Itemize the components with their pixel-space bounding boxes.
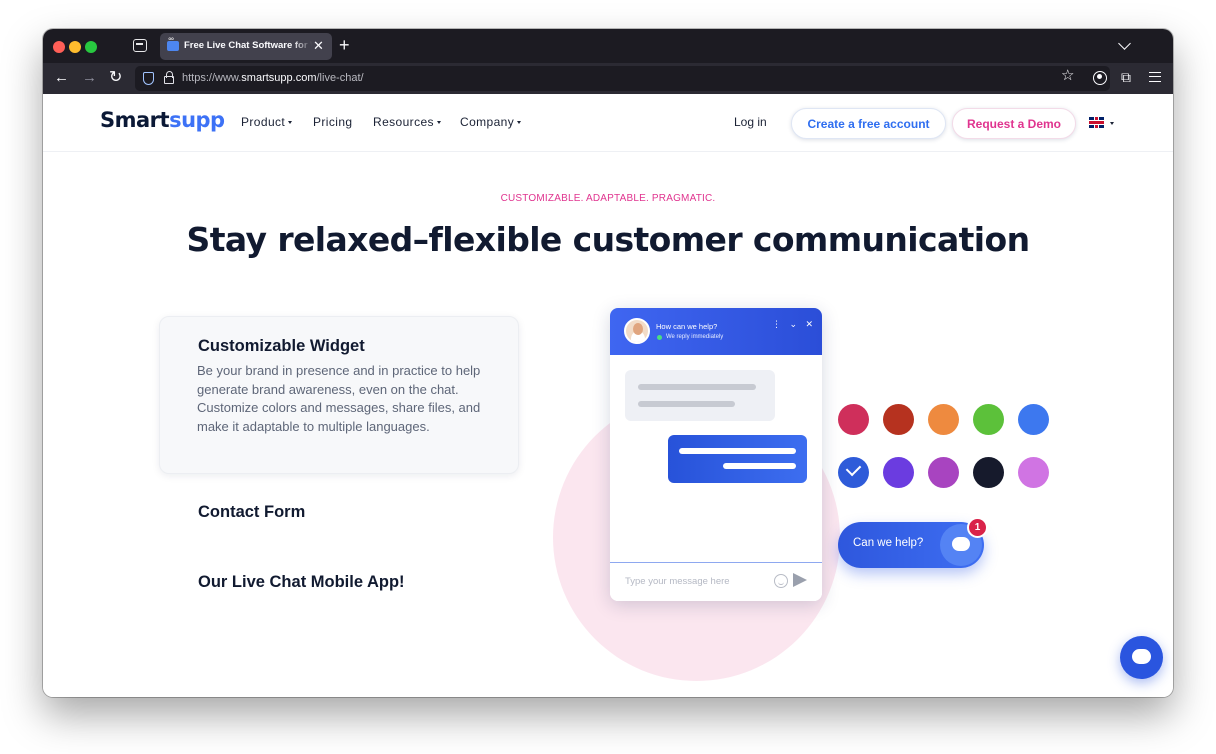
- navigation-toolbar: ← → ↻ https://www.smartsupp.com/live-cha…: [43, 63, 1173, 94]
- outgoing-message-bubble: [668, 435, 807, 483]
- nav-company-label: Company: [460, 115, 515, 129]
- notification-badge: 1: [967, 517, 988, 538]
- nav-product[interactable]: Product: [241, 115, 293, 129]
- nav-resources-label: Resources: [373, 115, 434, 129]
- color-swatch: [973, 457, 1004, 488]
- emoji-icon: [774, 574, 788, 588]
- active-tab[interactable]: Free Live Chat Software for Website ✕: [160, 33, 332, 60]
- feature-title-contact-form[interactable]: Contact Form: [198, 503, 305, 522]
- caret-down-icon: [288, 121, 293, 125]
- color-swatch: [1018, 404, 1049, 435]
- smartsupp-favicon-icon: [167, 36, 179, 51]
- tab-title: Free Live Chat Software for Website: [184, 40, 312, 51]
- extensions-icon[interactable]: ⧉: [1121, 69, 1131, 86]
- reload-icon[interactable]: ↻: [109, 68, 122, 88]
- web-page: Smartsupp Product Pricing Resources Comp…: [43, 94, 1173, 697]
- checkmark-icon: [845, 460, 862, 477]
- tab-overview-icon[interactable]: [133, 39, 147, 52]
- hamburger-menu-icon[interactable]: [1149, 72, 1161, 82]
- logo-part-supp: supp: [169, 108, 225, 132]
- forward-arrow-icon[interactable]: →: [82, 68, 97, 88]
- section-headline: Stay relaxed–flexible customer communica…: [186, 220, 1031, 259]
- url-path: /live-chat/: [316, 72, 364, 84]
- color-swatch: [838, 457, 869, 488]
- agent-avatar: [624, 318, 650, 344]
- back-arrow-icon[interactable]: ←: [54, 68, 69, 88]
- chat-header-title: How can we help?: [656, 322, 718, 331]
- site-header: Smartsupp Product Pricing Resources Comp…: [43, 94, 1173, 152]
- color-swatch: [928, 457, 959, 488]
- color-swatch: [1018, 457, 1049, 488]
- url-prefix: https://www.: [182, 72, 242, 84]
- can-we-help-label: Can we help?: [853, 537, 924, 549]
- smartsupp-logo[interactable]: Smartsupp: [100, 108, 225, 132]
- caret-down-icon[interactable]: [1110, 122, 1114, 125]
- close-tab-icon[interactable]: ✕: [313, 38, 324, 54]
- feature-title-mobile-app[interactable]: Our Live Chat Mobile App!: [198, 573, 405, 592]
- browser-window: Free Live Chat Software for Website ✕ + …: [43, 29, 1173, 697]
- send-icon: [793, 573, 807, 587]
- color-swatch: [883, 404, 914, 435]
- uk-flag-icon[interactable]: [1089, 117, 1104, 128]
- chat-input-placeholder: Type your message here: [625, 576, 730, 587]
- chat-header-controls: ⋮ ⌄ ✕: [772, 319, 817, 329]
- maximize-window-button[interactable]: [85, 41, 97, 53]
- nav-resources[interactable]: Resources: [373, 115, 441, 129]
- chat-widget-preview: How can we help? We reply immediately ⋮ …: [610, 308, 822, 601]
- bookmark-star-icon[interactable]: ☆: [1061, 66, 1074, 84]
- url-text[interactable]: https://www.smartsupp.com/live-chat/: [182, 72, 364, 84]
- nav-pricing[interactable]: Pricing: [313, 115, 352, 129]
- incoming-message-bubble: [625, 370, 775, 421]
- nav-company[interactable]: Company: [460, 115, 522, 129]
- chat-header: How can we help? We reply immediately ⋮ …: [610, 308, 822, 355]
- color-swatch: [883, 457, 914, 488]
- nav-product-label: Product: [241, 115, 286, 129]
- online-status-dot: [657, 335, 662, 340]
- chat-input-bar: Type your message here: [610, 562, 822, 601]
- tab-bar: Free Live Chat Software for Website ✕ +: [43, 29, 1173, 63]
- live-chat-launcher[interactable]: [1120, 636, 1163, 679]
- feature-description-widget: Be your brand in presence and in practic…: [197, 363, 481, 434]
- color-swatch: [973, 404, 1004, 435]
- create-account-button[interactable]: Create a free account: [791, 108, 946, 139]
- caret-down-icon: [517, 121, 522, 125]
- color-swatch: [928, 404, 959, 435]
- chevron-down-icon[interactable]: [1118, 37, 1131, 50]
- account-icon[interactable]: [1093, 71, 1107, 85]
- lock-icon[interactable]: [164, 71, 174, 84]
- color-swatch: [838, 404, 869, 435]
- login-link[interactable]: Log in: [734, 115, 767, 129]
- chat-header-status: We reply immediately: [666, 334, 724, 340]
- close-window-button[interactable]: [53, 41, 65, 53]
- shield-icon[interactable]: [143, 72, 154, 85]
- minimize-window-button[interactable]: [69, 41, 81, 53]
- request-demo-button[interactable]: Request a Demo: [952, 108, 1076, 139]
- logo-part-smart: Smart: [100, 108, 170, 132]
- can-we-help-button: Can we help?: [838, 522, 984, 568]
- feature-title-widget[interactable]: Customizable Widget: [198, 337, 365, 356]
- address-bar[interactable]: https://www.smartsupp.com/live-chat/: [135, 66, 1110, 91]
- url-host: smartsupp.com: [241, 72, 317, 84]
- new-tab-icon[interactable]: +: [339, 35, 350, 55]
- section-eyebrow: CUSTOMIZABLE. ADAPTABLE. PRAGMATIC.: [500, 193, 716, 204]
- caret-down-icon: [436, 121, 441, 125]
